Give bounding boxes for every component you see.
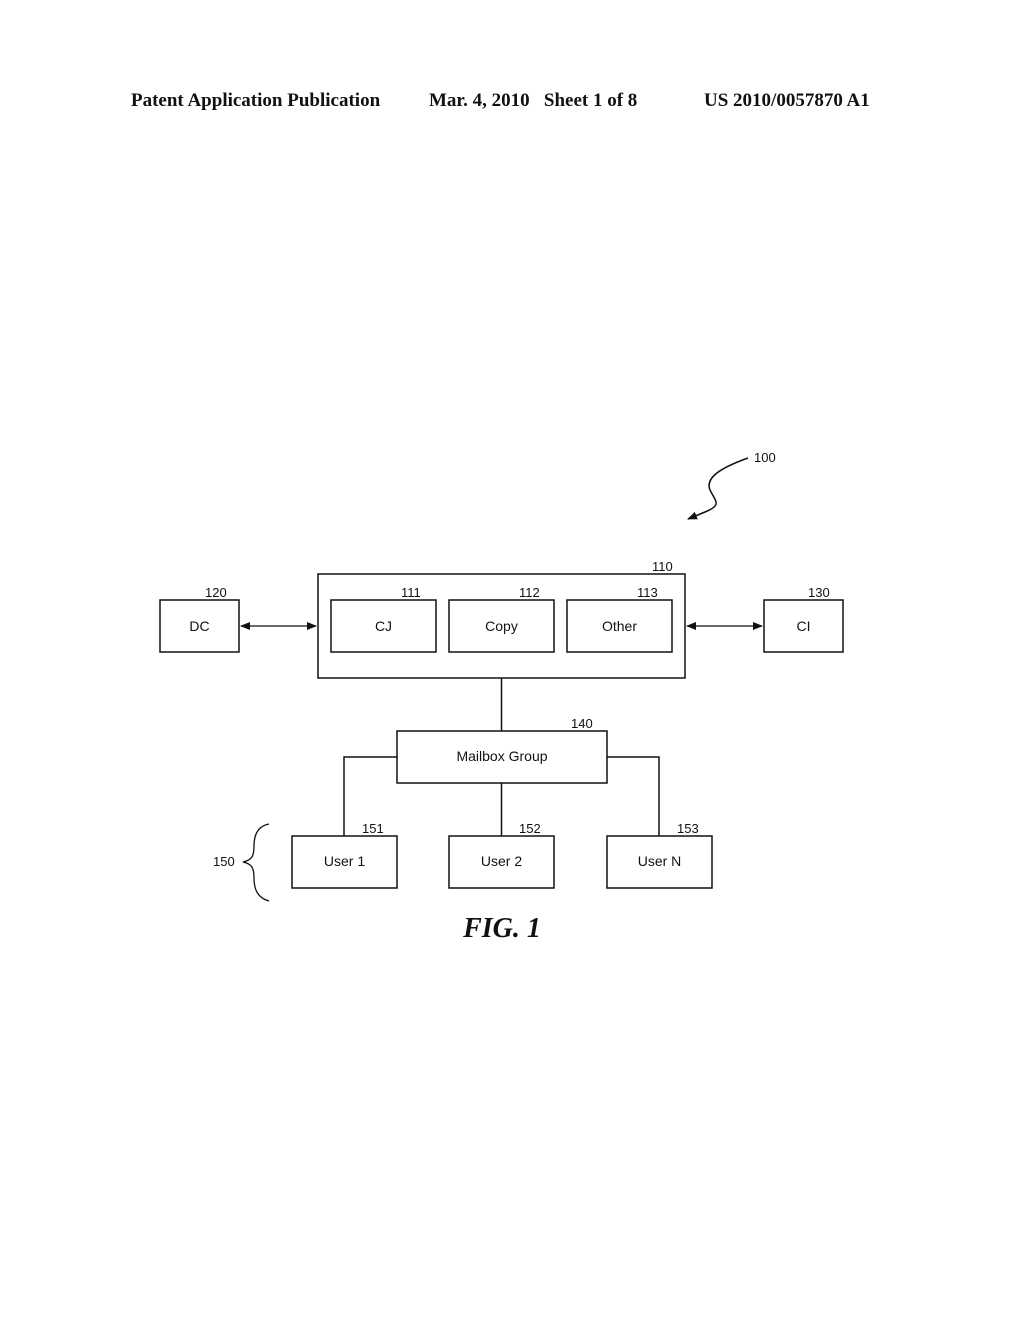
users-group-brace [242, 823, 270, 902]
ci-label: CI [797, 618, 811, 634]
mailbox-group-ref: 140 [571, 716, 593, 731]
figure-1-diagram: 100 110 111 CJ 112 Copy 113 Other 120 DC… [159, 450, 844, 944]
module-cj-ref: 111 [401, 585, 421, 600]
server-ref: 110 [652, 559, 673, 574]
dc-label: DC [189, 618, 209, 634]
user-1-label: User 1 [324, 853, 365, 869]
module-copy-label: Copy [485, 618, 518, 634]
users-group-ref: 150 [213, 854, 235, 869]
dc-ref: 120 [205, 585, 227, 600]
user-2-ref: 152 [519, 821, 541, 836]
module-cj-label: CJ [375, 618, 392, 634]
mailbox-usern-connector [607, 756, 660, 836]
user-n-ref: 153 [677, 821, 699, 836]
user-1-ref: 151 [362, 821, 384, 836]
module-other-label: Other [602, 618, 637, 634]
user-2-label: User 2 [481, 853, 522, 869]
mailbox-group-label: Mailbox Group [456, 748, 547, 764]
figure-caption: FIG. 1 [462, 913, 541, 944]
system-ref-100: 100 [754, 450, 776, 465]
user-n-label: User N [638, 853, 682, 869]
system-pointer-arrow [687, 457, 749, 520]
ci-ref: 130 [808, 585, 830, 600]
module-copy-ref: 112 [519, 585, 540, 600]
module-other-ref: 113 [637, 585, 658, 600]
